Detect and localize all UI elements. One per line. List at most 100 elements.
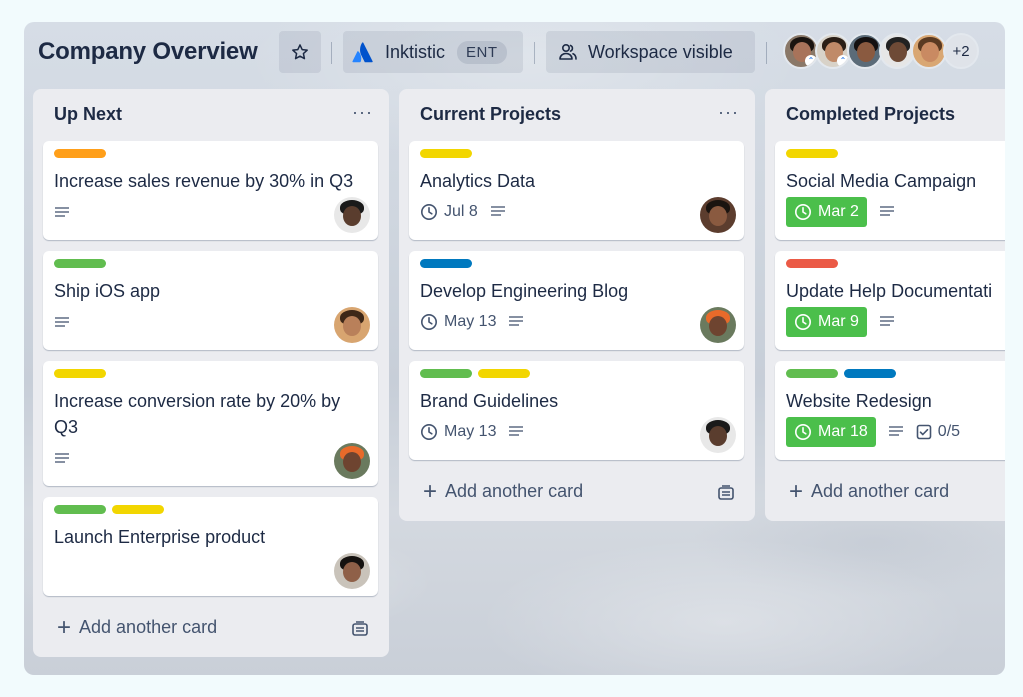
template-icon[interactable] bbox=[717, 485, 735, 501]
clock-icon bbox=[795, 424, 811, 440]
list-menu-button[interactable]: ··· bbox=[718, 102, 739, 123]
card-label-orange[interactable] bbox=[54, 149, 106, 158]
add-card-button[interactable]: + Add another card bbox=[789, 479, 950, 503]
card[interactable]: Analytics Data Jul 8 bbox=[409, 141, 744, 240]
card[interactable]: Brand Guidelines May 13 bbox=[409, 361, 744, 460]
card-label-green[interactable] bbox=[54, 505, 106, 514]
checklist-count: 0/5 bbox=[937, 423, 961, 440]
list-title[interactable]: Current Projects bbox=[420, 104, 561, 125]
due-date: May 13 bbox=[444, 423, 497, 440]
plus-icon: + bbox=[57, 613, 72, 641]
card[interactable]: Social Media Campaign Mar 2 bbox=[775, 141, 1005, 240]
card[interactable]: Launch Enterprise product bbox=[43, 497, 378, 596]
star-icon bbox=[292, 44, 308, 60]
card[interactable]: Increase sales revenue by 30% in Q3 bbox=[43, 141, 378, 240]
card[interactable]: Ship iOS app bbox=[43, 251, 378, 350]
template-icon[interactable] bbox=[351, 621, 369, 637]
description-icon bbox=[490, 206, 505, 216]
workspace-button[interactable]: Inktistic ENT bbox=[343, 31, 523, 73]
card-label-red[interactable] bbox=[786, 259, 838, 268]
board: Company Overview Inktistic ENT Workspace… bbox=[24, 22, 1005, 675]
avatar[interactable]: ⌃ bbox=[815, 33, 851, 69]
board-title[interactable]: Company Overview bbox=[38, 38, 258, 66]
checklist-icon bbox=[916, 424, 932, 440]
card-title: Analytics Data bbox=[420, 171, 536, 191]
card-label-yellow[interactable] bbox=[478, 369, 530, 378]
avatar[interactable] bbox=[700, 197, 736, 233]
due-date: May 13 bbox=[444, 313, 497, 330]
avatar[interactable] bbox=[879, 33, 915, 69]
workspace-name: Inktistic bbox=[385, 41, 446, 62]
list-up-next: Up Next ··· Increase sales revenue by 30… bbox=[33, 89, 389, 657]
card-label-green[interactable] bbox=[786, 369, 838, 378]
card[interactable]: Develop Engineering Blog May 13 bbox=[409, 251, 744, 350]
description-icon bbox=[55, 453, 69, 463]
list-title[interactable]: Up Next bbox=[54, 104, 122, 125]
list-current-projects: Current Projects ··· Analytics Data Jul … bbox=[399, 89, 755, 521]
card-label-blue[interactable] bbox=[420, 259, 472, 268]
card-label-green[interactable] bbox=[54, 259, 106, 268]
card-label-green[interactable] bbox=[420, 369, 472, 378]
card-label-blue[interactable] bbox=[844, 369, 896, 378]
avatar[interactable] bbox=[334, 553, 370, 589]
due-date-badge[interactable]: May 13 bbox=[420, 307, 496, 337]
board-header: Company Overview Inktistic ENT Workspace… bbox=[24, 22, 1005, 84]
avatar[interactable] bbox=[700, 417, 736, 453]
due-date-badge[interactable]: Mar 9 bbox=[786, 307, 867, 337]
list-menu-button[interactable]: ··· bbox=[352, 102, 373, 123]
add-card-label: Add another card bbox=[445, 481, 584, 501]
description-icon bbox=[879, 206, 894, 216]
card-title: Develop Engineering Blog bbox=[420, 281, 629, 301]
card-title: Website Redesign bbox=[786, 391, 932, 411]
divider bbox=[331, 42, 332, 64]
due-date: Mar 9 bbox=[818, 313, 859, 330]
divider bbox=[534, 42, 535, 64]
avatar[interactable]: ⌃ bbox=[783, 33, 819, 69]
card-label-yellow[interactable] bbox=[420, 149, 472, 158]
clock-icon bbox=[421, 314, 437, 330]
due-date: Mar 2 bbox=[818, 203, 859, 220]
due-date-badge[interactable]: Mar 2 bbox=[786, 197, 867, 227]
avatar[interactable] bbox=[700, 307, 736, 343]
avatar[interactable] bbox=[334, 307, 370, 343]
card-title: Launch Enterprise product bbox=[54, 527, 266, 547]
avatar[interactable] bbox=[334, 443, 370, 479]
avatar[interactable] bbox=[847, 33, 883, 69]
card-title: Brand Guidelines bbox=[420, 391, 559, 411]
atlassian-logo-icon bbox=[352, 42, 373, 63]
card-title: Increase sales revenue by 30% in Q3 bbox=[54, 171, 354, 191]
description-icon bbox=[879, 316, 894, 326]
card-label-yellow[interactable] bbox=[54, 369, 106, 378]
card-label-yellow[interactable] bbox=[786, 149, 838, 158]
visibility-button[interactable]: Workspace visible bbox=[546, 31, 755, 73]
plan-badge: ENT bbox=[457, 40, 507, 64]
checklist-badge: 0/5 bbox=[916, 423, 960, 441]
visibility-label: Workspace visible bbox=[588, 41, 733, 62]
description-icon bbox=[888, 426, 903, 436]
card[interactable]: Website Redesign Mar 18 0/5 bbox=[775, 361, 1005, 460]
clock-icon bbox=[421, 424, 437, 440]
card-title: Increase conversion rate by 20% by Q3 bbox=[54, 391, 341, 437]
board-members: ⌃ ⌃ +2 bbox=[783, 33, 979, 69]
due-date-badge[interactable]: Mar 18 bbox=[786, 417, 876, 447]
add-card-button[interactable]: + Add another card bbox=[57, 613, 218, 641]
clock-icon bbox=[795, 314, 811, 330]
add-card-label: Add another card bbox=[811, 481, 950, 501]
clock-icon bbox=[795, 204, 811, 220]
list-title[interactable]: Completed Projects bbox=[786, 104, 955, 125]
card[interactable]: Update Help Documentati Mar 9 bbox=[775, 251, 1005, 350]
description-icon bbox=[55, 207, 69, 217]
due-date: Jul 8 bbox=[444, 203, 478, 220]
plus-icon: + bbox=[423, 477, 438, 505]
star-button[interactable] bbox=[279, 31, 321, 73]
card-label-yellow[interactable] bbox=[112, 505, 164, 514]
add-card-label: Add another card bbox=[79, 617, 218, 637]
due-date-badge[interactable]: Jul 8 bbox=[420, 197, 478, 227]
avatar[interactable] bbox=[911, 33, 947, 69]
due-date-badge[interactable]: May 13 bbox=[420, 417, 496, 447]
description-icon bbox=[509, 316, 524, 326]
add-card-button[interactable]: + Add another card bbox=[423, 477, 584, 505]
card[interactable]: Increase conversion rate by 20% by Q3 bbox=[43, 361, 378, 486]
avatar[interactable] bbox=[334, 197, 370, 233]
more-members-button[interactable]: +2 bbox=[943, 33, 979, 69]
